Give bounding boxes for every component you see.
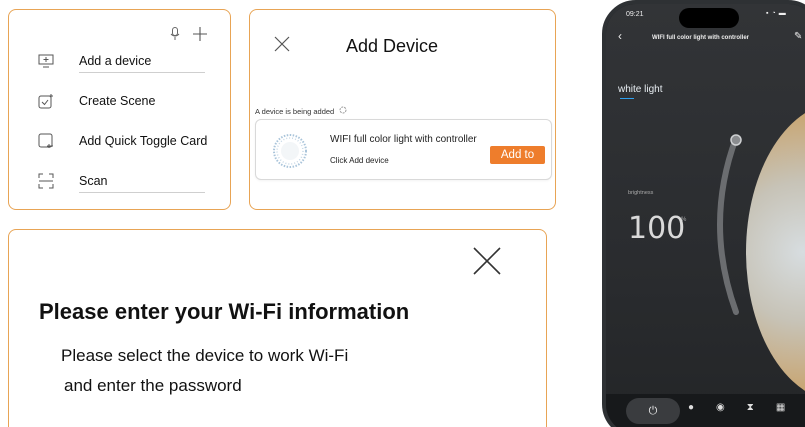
- add-device-panel: Add Device A device is being added WIFI …: [249, 9, 556, 210]
- status-icons: ▪ ◔ ▬: [766, 10, 786, 17]
- menu-item-scan[interactable]: Scan: [37, 170, 205, 193]
- menu-divider: [79, 72, 205, 73]
- device-title: WIFI full color light with controller: [652, 35, 749, 41]
- wifi-instruction-line1: Please select the device to work Wi-Fi: [61, 346, 349, 365]
- menu-divider: [79, 192, 205, 193]
- brightness-label: brightness: [628, 190, 654, 196]
- mode-tab-white-light[interactable]: white light: [618, 84, 662, 95]
- plus-icon[interactable]: [192, 26, 208, 47]
- device-image: [270, 131, 310, 176]
- microphone-icon[interactable]: [170, 27, 180, 46]
- signal-icon: ▪: [766, 10, 769, 17]
- device-card: WIFI full color light with controller Cl…: [255, 119, 552, 180]
- scan-icon: [37, 172, 55, 190]
- bottom-nav-icons: ● ◉ ⧗ ▦: [688, 402, 785, 413]
- close-icon[interactable]: [472, 246, 502, 281]
- schedule-icon[interactable]: ⧗: [747, 402, 754, 413]
- menu-item-add-device[interactable]: Add a device: [37, 50, 205, 73]
- wifi-icon: ◔: [771, 10, 776, 17]
- menu-item-label: Add Quick Toggle Card: [79, 134, 208, 148]
- brightness-slider[interactable]: [702, 124, 742, 329]
- menu-item-create-scene[interactable]: Create Scene: [37, 90, 155, 112]
- create-scene-icon: [37, 92, 55, 110]
- dynamic-island: [679, 8, 739, 28]
- brightness-value: 100: [628, 211, 686, 246]
- brightness-unit: %: [681, 217, 687, 223]
- status-text: A device is being added: [255, 106, 335, 116]
- status-time: 09:21: [626, 11, 644, 18]
- device-name: WIFI full color light with controller: [330, 134, 477, 145]
- grid-icon[interactable]: ▦: [776, 402, 785, 413]
- wifi-headline: Please enter your Wi-Fi information: [39, 299, 410, 324]
- wifi-instruction-line2: and enter the password: [64, 376, 242, 395]
- timer-icon[interactable]: ◉: [716, 402, 725, 413]
- menu-top-icons: [170, 26, 208, 47]
- power-button[interactable]: ⏻: [626, 398, 680, 424]
- phone-mockup: 09:21 ▪ ◔ ▬ ‹ WIFI full color light with…: [602, 0, 805, 427]
- edit-icon[interactable]: ✎: [794, 31, 802, 42]
- wifi-info-panel: Please enter your Wi-Fi information Plea…: [8, 229, 547, 427]
- menu-item-label: Add a device: [79, 54, 152, 68]
- add-menu-panel: Add a device Create Scene Add Quick Togg…: [8, 9, 231, 210]
- page-title: Add Device: [346, 36, 439, 56]
- add-to-button[interactable]: Add to: [490, 146, 545, 164]
- quick-toggle-icon: [37, 132, 55, 150]
- close-icon[interactable]: [274, 36, 290, 57]
- bulb-icon[interactable]: ●: [688, 402, 694, 413]
- device-hint: Click Add device: [330, 156, 389, 165]
- mode-tab-indicator: [620, 98, 634, 99]
- menu-item-quick-toggle[interactable]: Add Quick Toggle Card: [37, 130, 207, 152]
- menu-item-label: Create Scene: [79, 94, 156, 108]
- add-device-icon: [37, 52, 55, 70]
- back-icon[interactable]: ‹: [618, 29, 622, 43]
- loading-icon: [339, 106, 347, 116]
- menu-item-label: Scan: [79, 174, 108, 188]
- adding-status: A device is being added: [255, 106, 347, 116]
- battery-icon: ▬: [778, 10, 786, 17]
